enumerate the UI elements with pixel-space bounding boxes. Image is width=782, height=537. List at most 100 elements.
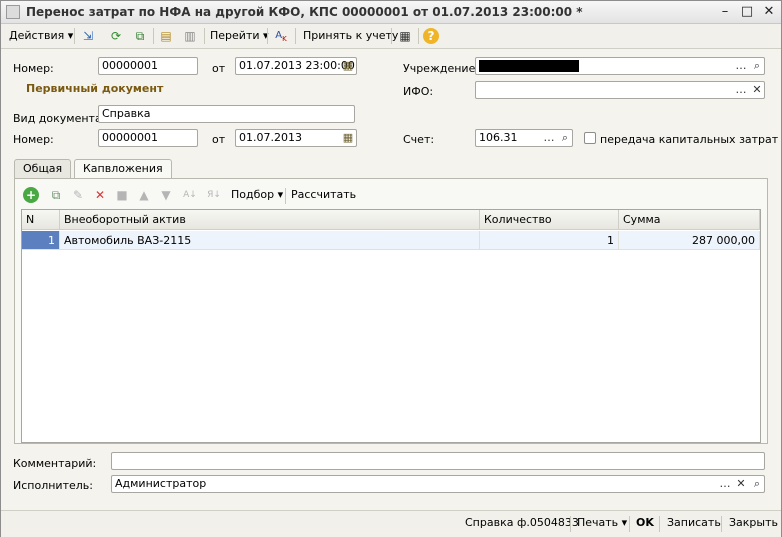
toolbar-separator [285,188,286,204]
toolbar-separator [391,28,392,44]
calendar-icon[interactable]: ▦ [340,58,356,76]
sort-descending-icon[interactable]: Я↓ [205,186,223,204]
column-header-quantity[interactable]: Количество [480,210,619,230]
spellcheck-icon[interactable]: AK [272,27,290,45]
copy-icon[interactable]: ⧉ [131,27,149,45]
doc-type-field[interactable]: Справка [98,105,355,123]
move-up-icon[interactable]: ▲ [135,186,153,204]
primary-document-section: Первичный документ [26,82,164,95]
account-label: Счет: [403,133,435,146]
institution-field[interactable] [475,57,765,75]
date2-field[interactable]: 01.07.2013 [235,129,357,147]
toolbar-separator [267,28,268,44]
close-button[interactable]: Закрыть [729,516,778,529]
command-bar: Справка ф.0504833 Печать ▾ OK Записать З… [1,510,781,537]
toolbar-separator [721,516,722,532]
structure-icon[interactable]: ▤ [157,27,175,45]
minimize-button[interactable]: – [715,3,735,21]
number2-field[interactable]: 00000001 [98,129,198,147]
select-ellipsis-icon[interactable]: … [733,82,749,100]
edit-row-icon[interactable]: ✎ [69,186,87,204]
select-ellipsis-icon[interactable]: … [541,130,557,148]
account-value: 106.31 [479,131,518,144]
maximize-button[interactable]: □ [737,3,757,21]
column-header-asset[interactable]: Внеоборотный актив [60,210,480,230]
ok-button[interactable]: OK [636,516,654,529]
window-icon [6,5,20,19]
capital-transfer-checkbox[interactable] [584,132,596,144]
dropdown-arrow-icon: ▾ [277,188,284,201]
toolbar-separator [659,516,660,532]
delete-row-icon[interactable]: ✕ [91,186,109,204]
date-field[interactable]: 01.07.2013 23:00:00 [235,57,357,75]
from-label: от [212,62,226,75]
assets-table: N Внеоборотный актив Количество Сумма 1 … [21,209,761,443]
print-label: Печать [577,516,619,529]
search-icon[interactable]: ⌕ [557,130,573,148]
print-form-button[interactable]: Справка ф.0504833 [465,516,579,529]
toolbar-separator [418,28,419,44]
cell-sum[interactable]: 287 000,00 [619,231,760,250]
dropdown-arrow-icon: ▾ [67,29,74,42]
goto-menu[interactable]: Перейти ▾ [210,27,269,45]
clear-icon[interactable]: ✕ [749,82,765,100]
document-window: Перенос затрат по НФА на другой КФО, КПС… [0,0,782,537]
executor-value: Администратор [115,477,207,490]
add-row-icon[interactable]: + [23,187,39,203]
number2-label: Номер: [13,133,54,146]
end-edit-icon[interactable]: ■ [113,186,131,204]
clear-icon[interactable]: ✕ [733,476,749,494]
column-header-sum[interactable]: Сумма [619,210,760,230]
help-icon[interactable]: ? [423,28,439,44]
cell-row-number[interactable]: 1 [22,231,60,250]
dropdown-arrow-icon: ▾ [621,516,628,529]
select-ellipsis-icon[interactable]: … [733,58,749,76]
column-header-n[interactable]: N [22,210,60,230]
capital-investments-panel: + ⧉ ✎ ✕ ■ ▲ ▼ A↓ Я↓ Подбор ▾ Рассчитать … [14,178,768,444]
cell-quantity[interactable]: 1 [480,231,619,250]
comment-label: Комментарий: [13,457,97,470]
cell-asset[interactable]: Автомобиль ВАЗ-2115 [60,231,480,250]
copy-row-icon[interactable]: ⧉ [47,186,65,204]
close-window-button[interactable]: ✕ [759,3,779,21]
select-ellipsis-icon[interactable]: … [717,476,733,494]
number-field[interactable]: 00000001 [98,57,198,75]
title-bar: Перенос затрат по НФА на другой КФО, КПС… [1,1,781,24]
search-icon[interactable]: ⌕ [749,476,765,494]
actions-label: Действия [9,29,65,42]
ifo-label: ИФО: [403,85,434,98]
selection-menu[interactable]: Подбор ▾ [231,186,283,204]
search-icon[interactable]: ⌕ [749,58,765,76]
calendar-icon[interactable]: ▦ [340,130,356,148]
from2-label: от [212,133,226,146]
executor-field[interactable]: Администратор [111,475,765,493]
number-label: Номер: [13,62,54,75]
document-print-icon[interactable]: ▦ [396,27,414,45]
date2-value: 01.07.2013 [239,131,302,144]
executor-label: Исполнитель: [13,479,93,492]
tab-capital-investments[interactable]: Капвложения [74,159,172,180]
actions-menu[interactable]: Действия ▾ [9,27,73,45]
institution-label: Учреждение: [403,62,480,75]
ifo-field[interactable] [475,81,765,99]
journal-icon[interactable]: ▥ [181,27,199,45]
sort-ascending-icon[interactable]: A↓ [181,186,199,204]
toolbar-separator [570,516,571,532]
capital-transfer-label: передача капитальных затрат [600,133,779,146]
post-and-close-icon[interactable]: ⇲ [79,27,97,45]
toolbar-separator [74,28,75,44]
window-title: Перенос затрат по НФА на другой КФО, КПС… [26,5,583,19]
print-menu[interactable]: Печать ▾ [577,516,627,529]
save-button[interactable]: Записать [667,516,721,529]
tab-general[interactable]: Общая [14,159,72,179]
goto-label: Перейти [210,29,260,42]
selection-label: Подбор [231,188,275,201]
accept-to-accounting-button[interactable]: Принять к учету [303,27,398,45]
calculate-button[interactable]: Рассчитать [291,186,356,204]
main-toolbar: Действия ▾ ⇲ ⟳ ⧉ ▤ ▥ Перейти ▾ AK Принят… [1,24,781,49]
move-down-icon[interactable]: ▼ [157,186,175,204]
comment-field[interactable] [111,452,765,470]
date-value: 01.07.2013 23:00:00 [239,59,355,72]
refresh-icon[interactable]: ⟳ [107,27,125,45]
toolbar-separator [629,516,630,532]
